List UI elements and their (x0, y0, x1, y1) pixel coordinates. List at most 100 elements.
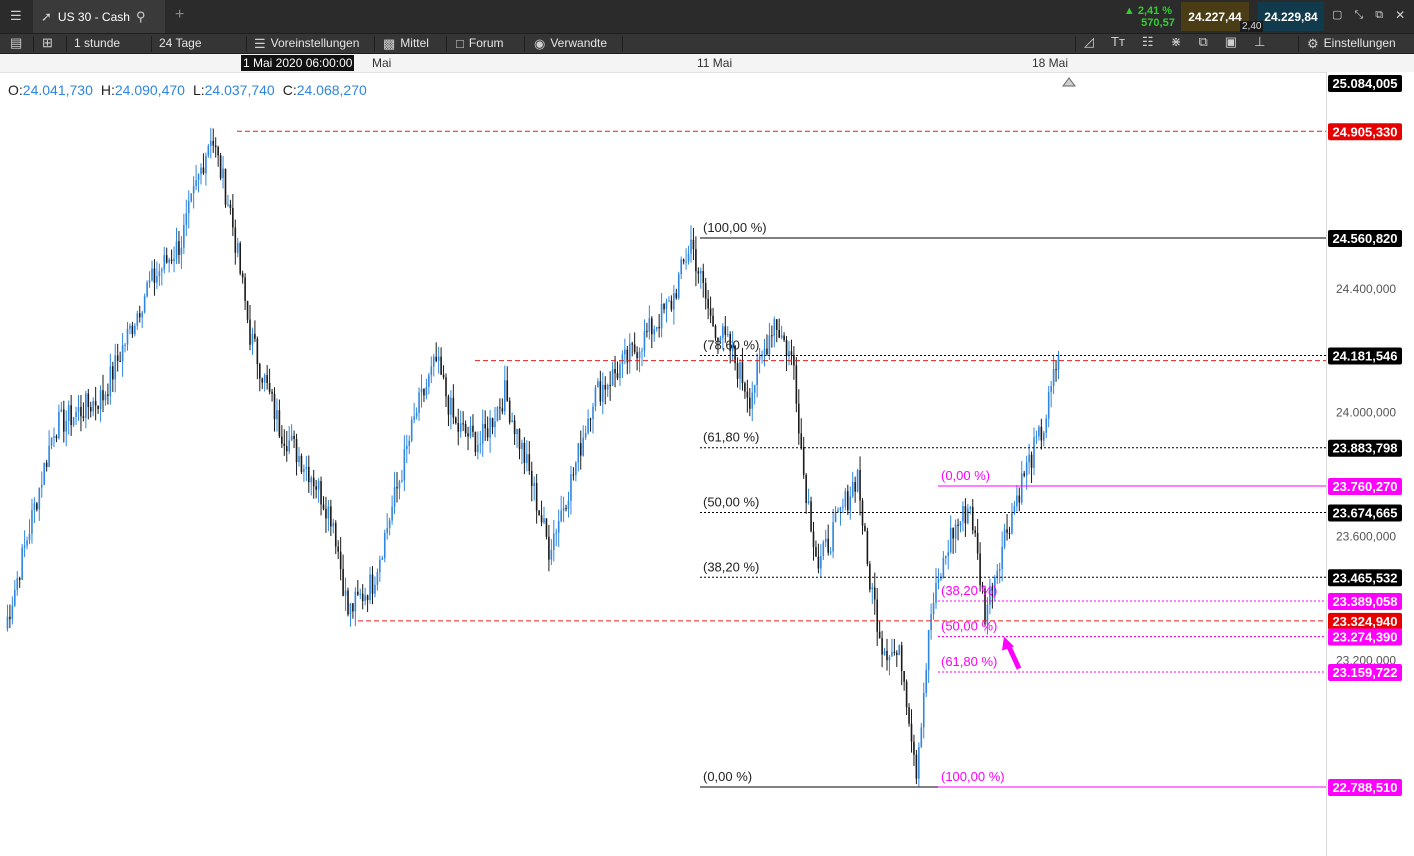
presets-button[interactable]: ☰ Voreinstellungen (254, 36, 359, 50)
candle-body (205, 155, 207, 174)
plus-icon: + (175, 6, 185, 23)
range-select[interactable]: 24 Tage (159, 36, 202, 50)
candle-body (864, 525, 866, 531)
annotation-arrow[interactable] (1005, 643, 1022, 670)
candle-body (1038, 426, 1040, 437)
restore-icon[interactable]: ▢ (1332, 9, 1342, 22)
candle-body (565, 508, 567, 510)
close-label: C: (282, 82, 297, 98)
candle-body (932, 602, 935, 615)
candle-body (276, 410, 278, 420)
candle-body (996, 570, 999, 578)
crosshair-time-label: 1 Mai 2020 06:00:00 (241, 55, 355, 71)
expand-icon[interactable]: ⤡ (1354, 9, 1363, 22)
candle-body (369, 574, 371, 601)
candle-body (717, 338, 719, 341)
candle-body (876, 599, 878, 632)
settings-button[interactable]: ⚙ Einstellungen (1307, 36, 1396, 50)
magnet-icon[interactable]: ⊥ (1254, 35, 1265, 48)
candle-body (766, 348, 768, 355)
add-tab-button[interactable]: + (175, 6, 185, 23)
candle-body (538, 510, 540, 516)
candle-body (33, 503, 36, 510)
search-icon[interactable]: ⚲ (136, 10, 146, 23)
candle-body (516, 429, 518, 435)
layout-button[interactable]: ⊞ (42, 36, 53, 49)
candle-body (1016, 495, 1018, 507)
time-axis: 1 Mai 2020 06:00:00 Mai 11 Mai 18 Mai (0, 54, 1414, 73)
crosshair-icon[interactable]: ☷ (1142, 35, 1154, 48)
candle-body (364, 595, 366, 601)
candle-body (614, 369, 616, 374)
candle-body (398, 481, 401, 489)
candle-body (273, 393, 276, 420)
instrument-tab[interactable]: ➚ US 30 - Cash ⚲ (33, 0, 165, 33)
candle-body (726, 334, 729, 336)
trendline-icon[interactable]: ◿ (1084, 35, 1094, 48)
forum-button[interactable]: □ Forum (456, 36, 504, 50)
ask-button[interactable]: 24.229,84 (1258, 2, 1324, 31)
candle-body (170, 259, 173, 262)
candle-body (112, 366, 114, 380)
candle-body (665, 301, 668, 310)
candle-body (1043, 432, 1045, 441)
candle-body (604, 384, 607, 390)
candle-body (793, 354, 795, 366)
copy-icon[interactable]: ⧉ (1198, 35, 1207, 48)
fibonacci-icon[interactable]: ⋇ (1171, 35, 1182, 48)
time-marker-icon[interactable] (1062, 77, 1076, 87)
candle-body (202, 167, 205, 174)
image-icon[interactable]: ▣ (1225, 35, 1237, 48)
candle-body (442, 374, 445, 378)
price-chart[interactable]: (100,00 %) (78,60 %) (61,80 %) (50,00 %) (38… (0, 0, 1414, 856)
candle-body (886, 650, 888, 661)
candle-body (415, 412, 418, 417)
candle-body (829, 551, 832, 553)
list-icon: ▤ (10, 35, 23, 50)
candle-body (332, 522, 335, 527)
open-label: O: (8, 82, 23, 98)
candle-body (1018, 495, 1021, 503)
candle-body (660, 303, 663, 329)
bid-button[interactable]: 24.227,44 (1181, 2, 1249, 31)
candle-body (381, 558, 384, 560)
candle-body (837, 510, 839, 513)
candle-body (670, 300, 673, 310)
popout-icon[interactable]: ⧉ (1375, 9, 1383, 22)
price-scale[interactable] (1326, 72, 1414, 856)
candle-body (638, 351, 641, 359)
candle-body (653, 329, 656, 335)
candle-body (104, 394, 107, 401)
candle-body (589, 418, 592, 420)
range-label: 24 Tage (159, 36, 202, 50)
candle-body (229, 204, 232, 208)
open-value: 24.041,730 (22, 82, 93, 98)
candle-body (560, 510, 562, 522)
candle-body (168, 259, 170, 263)
candle-body (533, 483, 535, 486)
candle-body (780, 335, 783, 338)
text-icon[interactable]: Tт (1111, 35, 1125, 48)
candle-body (834, 512, 837, 523)
candle-body (408, 440, 411, 446)
candle-body (668, 300, 670, 302)
candle-body (489, 417, 491, 438)
candle-body (1011, 512, 1013, 534)
candle-body (673, 293, 675, 310)
top-bar: ☰ ➚ US 30 - Cash ⚲ + ▲ 2,41 % 570,57 24.… (0, 0, 1414, 33)
timeframe-select[interactable]: 1 stunde (74, 36, 120, 50)
list-button[interactable]: ▤ (10, 36, 22, 49)
indicator-button[interactable]: ▩ Mittel (383, 36, 429, 50)
chat-icon: □ (456, 35, 464, 51)
candle-body (459, 423, 462, 432)
candle-body (330, 506, 332, 527)
close-icon[interactable]: ✕ (1395, 9, 1405, 22)
candle-body (486, 428, 489, 438)
candle-body (871, 587, 874, 590)
candle-body (234, 227, 237, 253)
related-button[interactable]: ◉ Verwandte (534, 36, 607, 50)
change-pct: ▲ 2,41 % (1123, 4, 1173, 17)
candle-body (327, 506, 330, 519)
menu-button[interactable]: ☰ (10, 9, 22, 22)
candle-body (577, 443, 580, 463)
